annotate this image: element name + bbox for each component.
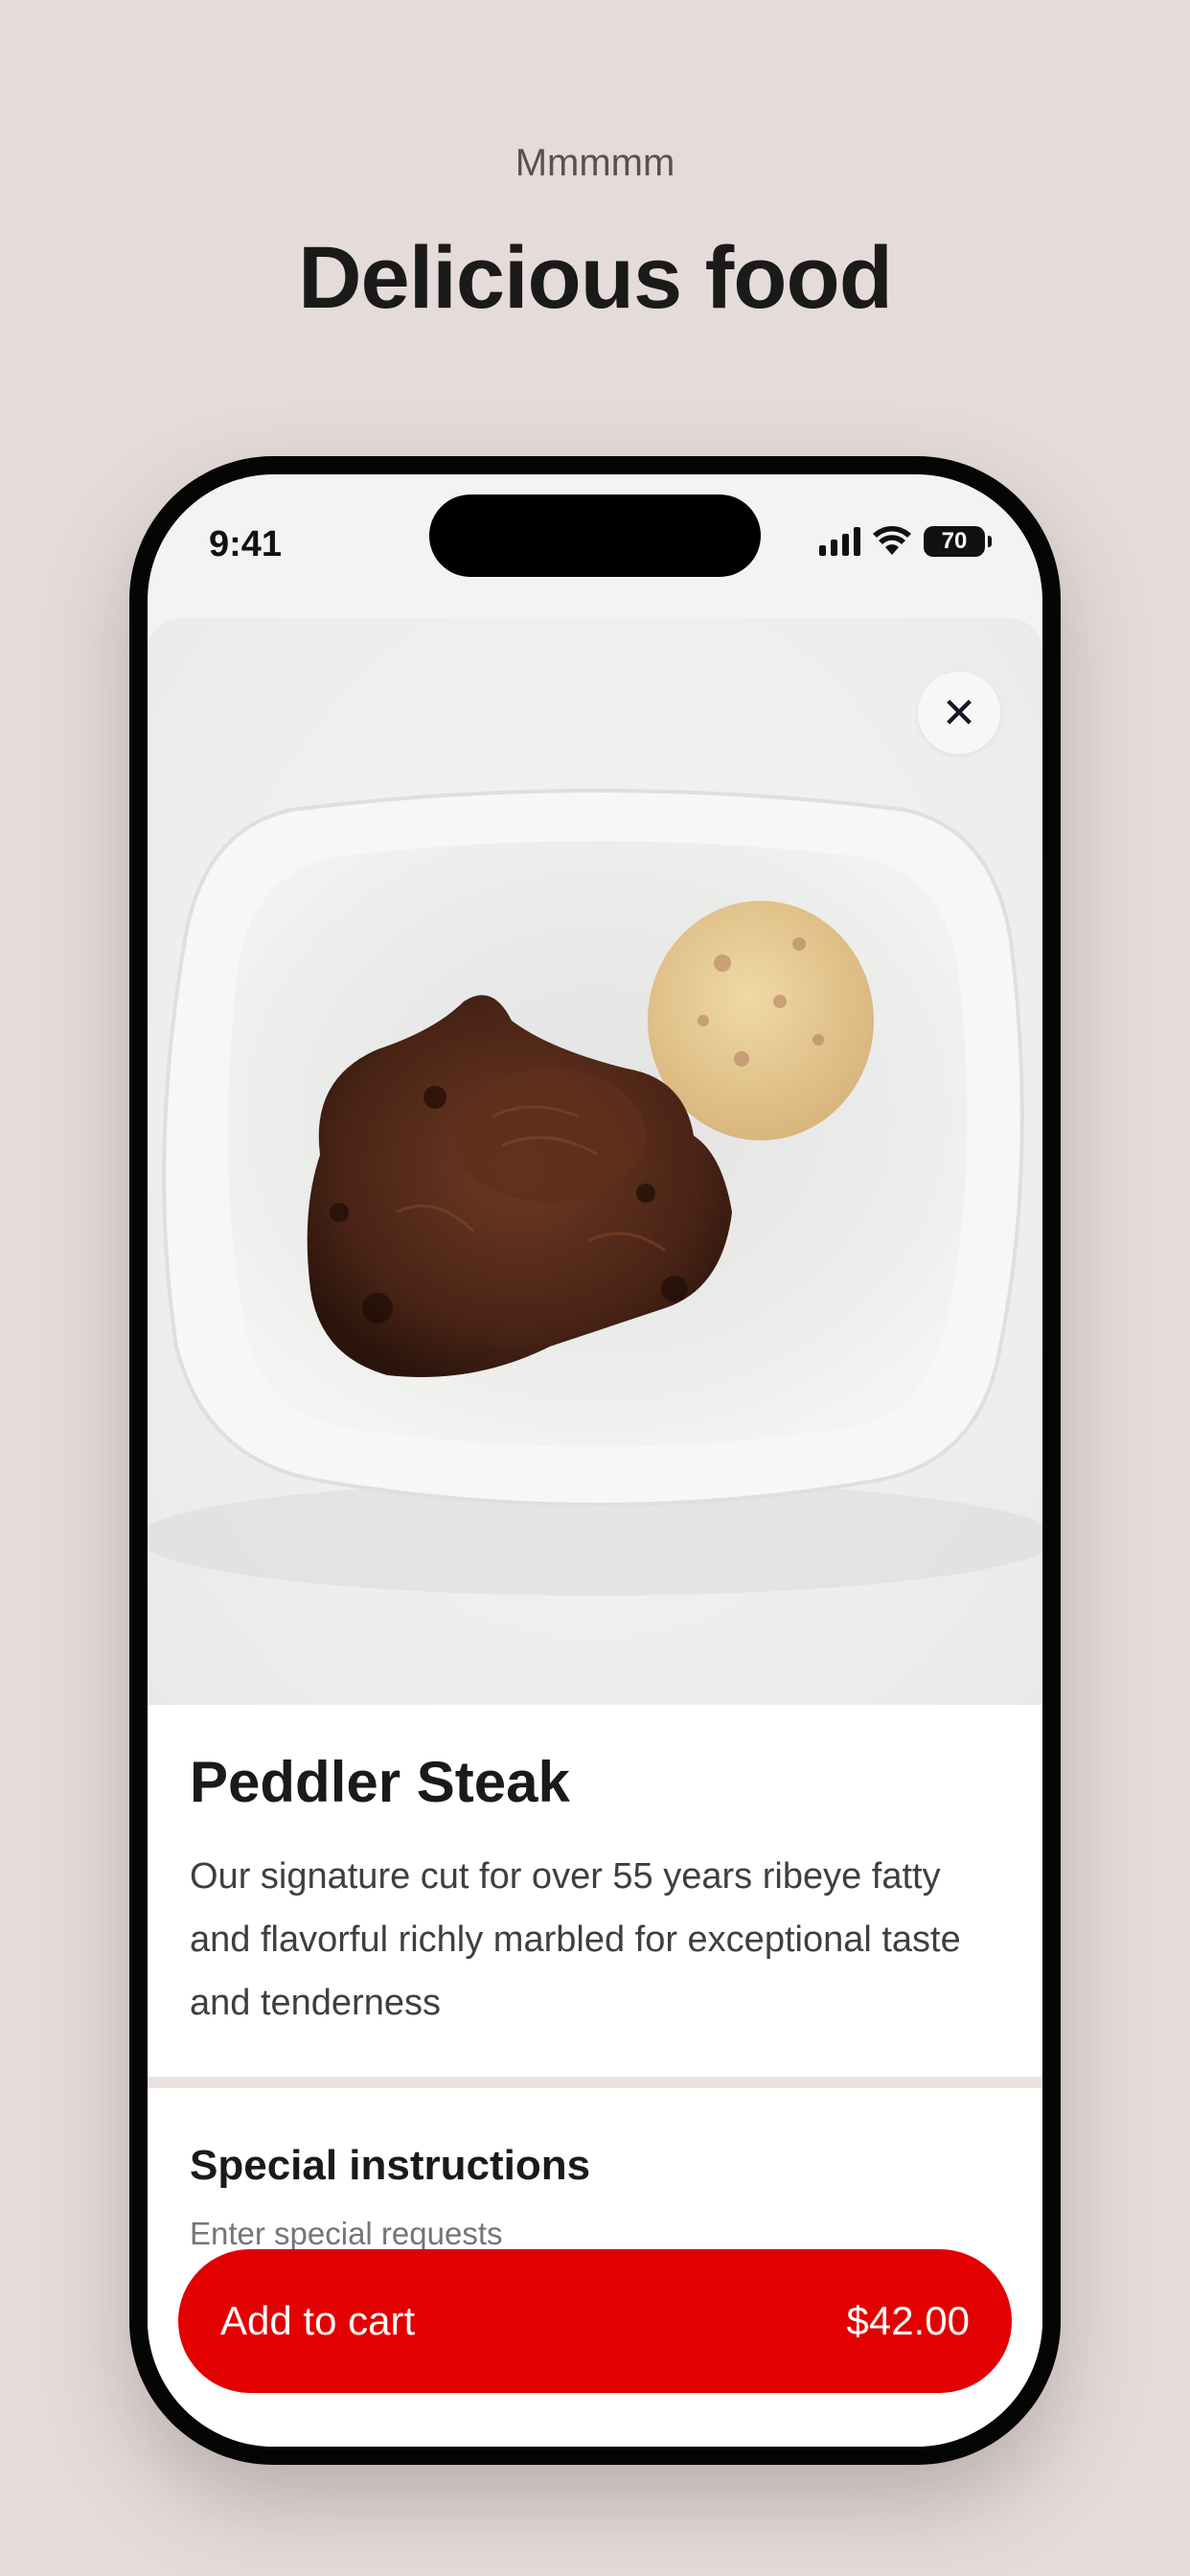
status-time: 9:41 [209, 524, 283, 564]
instructions-title: Special instructions [190, 2142, 591, 2189]
status-bar: 9:41 70 [148, 474, 1042, 618]
phone-screen: 9:41 70 ✕ Peddler Steak Our signature cu… [148, 474, 1042, 2447]
battery-icon: 70 [924, 526, 992, 557]
wifi-icon [873, 526, 911, 555]
add-to-cart-button[interactable]: Add to cart $42.00 [178, 2249, 1012, 2393]
dynamic-island [429, 494, 761, 577]
item-description: Our signature cut for over 55 years ribe… [190, 1856, 961, 2023]
item-name: Peddler Steak [190, 1750, 570, 1814]
steak-plate-photo-icon [148, 789, 1042, 1596]
close-icon: ✕ [941, 689, 977, 737]
section-divider [148, 2077, 1042, 2088]
cart-price: $42.00 [846, 2298, 970, 2343]
item-detail-sheet: ✕ Peddler Steak Our signature cut for ov… [148, 618, 1042, 2447]
promo-eyebrow: Mmmmm [515, 142, 675, 184]
food-photo: ✕ [148, 618, 1042, 1705]
cellular-signal-icon [819, 527, 860, 556]
close-button[interactable]: ✕ [918, 672, 1000, 754]
special-instructions-input[interactable] [190, 2216, 860, 2252]
add-to-cart-label: Add to cart [220, 2298, 416, 2343]
promo-title: Delicious food [298, 229, 893, 327]
status-icons: 70 [819, 526, 992, 557]
phone-frame: 9:41 70 ✕ Peddler Steak Our signature cu… [129, 456, 1061, 2465]
